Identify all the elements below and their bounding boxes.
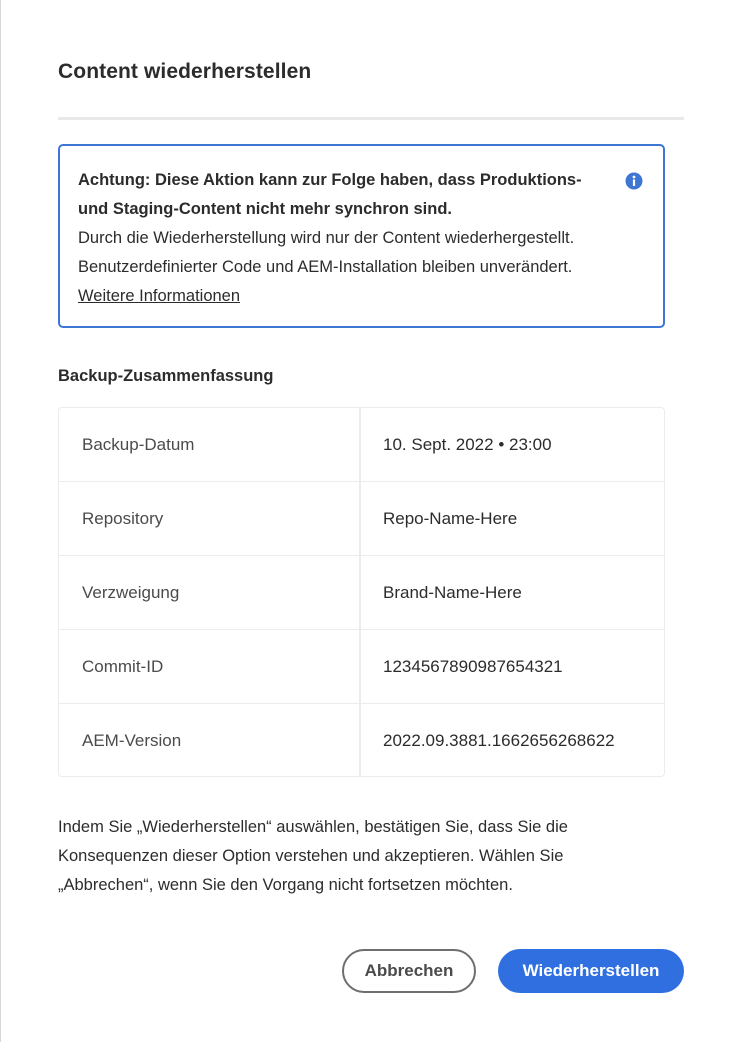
info-icon [625, 172, 643, 190]
alert-heading: Achtung: Diese Aktion kann zur Folge hab… [78, 171, 582, 218]
summary-label: AEM-Version [59, 704, 361, 776]
summary-row-aem-version: AEM-Version 2022.09.3881.1662656268622 [59, 704, 664, 776]
restore-content-dialog: Content wiederherstellen Achtung: Diese … [0, 0, 738, 1042]
title-divider [58, 117, 684, 120]
summary-row-commit-id: Commit-ID 1234567890987654321 [59, 630, 664, 704]
summary-value: Brand-Name-Here [383, 582, 522, 602]
more-info-link[interactable]: Weitere Informationen [78, 282, 240, 311]
summary-value: Repo-Name-Here [383, 508, 518, 528]
confirmation-text: Indem Sie „Wiederherstellen“ auswählen, … [58, 818, 568, 894]
backup-summary-table: Backup-Datum 10. Sept. 2022 • 23:00 Repo… [58, 407, 665, 777]
summary-row-backup-date: Backup-Datum 10. Sept. 2022 • 23:00 [59, 408, 664, 482]
summary-label: Commit-ID [59, 630, 361, 703]
cancel-button[interactable]: Abbrechen [342, 949, 476, 993]
warning-alert: Achtung: Diese Aktion kann zur Folge hab… [58, 144, 665, 328]
summary-row-branch: Verzweigung Brand-Name-Here [59, 556, 664, 630]
alert-body: Durch die Wiederherstellung wird nur der… [78, 229, 575, 276]
summary-value: 2022.09.3881.1662656268622 [383, 731, 615, 750]
summary-row-repository: Repository Repo-Name-Here [59, 482, 664, 556]
dialog-title: Content wiederherstellen [58, 60, 312, 83]
summary-label: Verzweigung [59, 556, 361, 629]
summary-label: Repository [59, 482, 361, 555]
summary-value: 1234567890987654321 [383, 656, 563, 676]
summary-label: Backup-Datum [59, 408, 361, 481]
summary-value: 10. Sept. 2022 • 23:00 [383, 434, 552, 454]
backup-summary-title: Backup-Zusammenfassung [58, 367, 274, 385]
restore-button[interactable]: Wiederherstellen [498, 949, 684, 993]
